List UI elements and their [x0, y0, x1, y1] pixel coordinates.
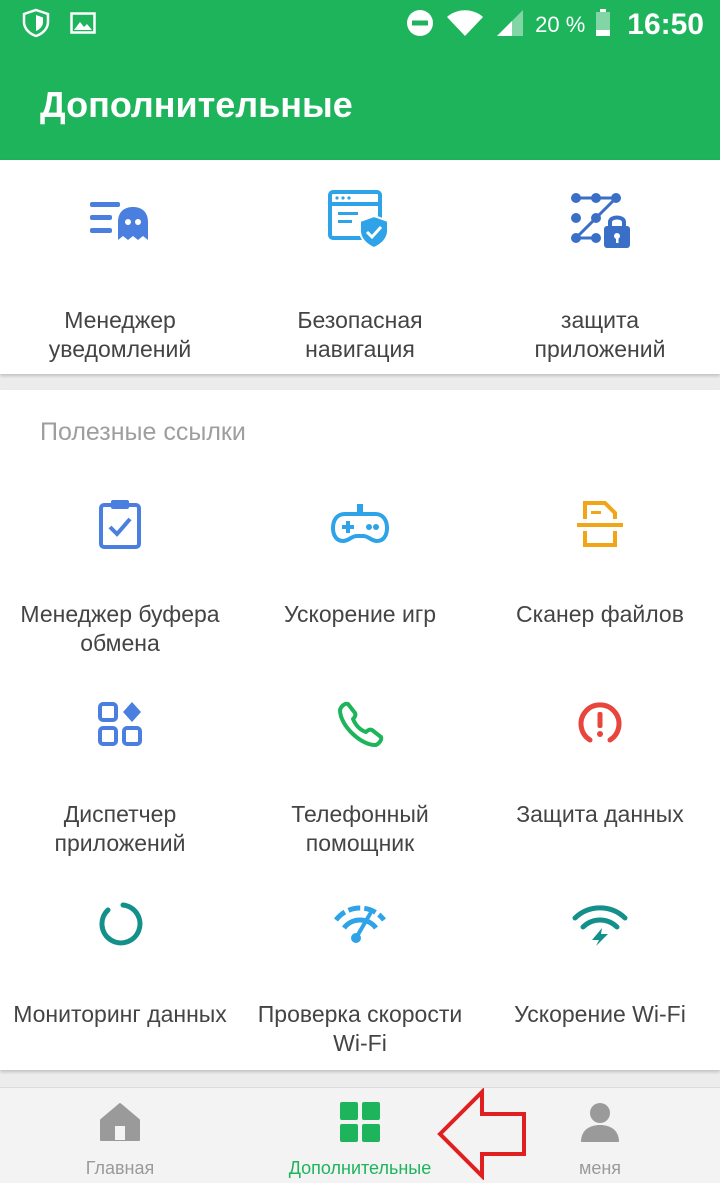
link-label-line1: Мониторинг данных	[13, 1001, 227, 1027]
data-protection-icon	[568, 692, 632, 756]
wifi-boost-icon	[568, 892, 632, 956]
link-label-line1: Ускорение игр	[283, 601, 437, 627]
tool-safe-browsing[interactable]: Безопасная навигация	[240, 188, 480, 374]
nav-label: меня	[578, 1158, 622, 1178]
phone-icon	[328, 692, 392, 756]
link-label-line1: Проверка скорости	[257, 1001, 463, 1027]
tool-label-line2: приложений	[534, 336, 666, 362]
nav-label: Главная	[85, 1158, 155, 1178]
link-phone-assistant[interactable]: Телефонный помощник	[240, 692, 480, 882]
tool-label-line1: Менеджер	[64, 307, 176, 333]
link-wifi-speed-test[interactable]: Проверка скорости Wi-Fi	[240, 892, 480, 1082]
link-label-line2: помощник	[305, 830, 415, 856]
shield-status-icon	[22, 8, 50, 43]
link-data-protection[interactable]: Защита данных	[480, 692, 720, 882]
app-lock-icon	[568, 188, 632, 252]
page-title: Дополнительные	[40, 84, 353, 125]
do-not-disturb-icon	[405, 8, 435, 43]
speedometer-icon	[328, 892, 392, 956]
link-label-line2: обмена	[80, 630, 160, 656]
wifi-status-icon	[445, 8, 485, 43]
tool-app-lock[interactable]: защита приложений	[480, 188, 720, 374]
image-notification-icon	[70, 11, 96, 39]
section-title: Полезные ссылки	[40, 418, 246, 446]
link-wifi-boost[interactable]: Ускорение Wi-Fi	[480, 892, 720, 1082]
safe-browsing-icon	[328, 188, 392, 252]
link-label-line1: Телефонный	[291, 801, 429, 827]
annotation-arrow-icon	[436, 1087, 528, 1181]
person-icon	[579, 1100, 621, 1144]
signal-icon	[495, 9, 525, 42]
nav-home[interactable]: Главная	[0, 1088, 240, 1183]
status-bar: 20 % 16:50	[0, 0, 720, 50]
link-label-line2: приложений	[54, 830, 186, 856]
tool-label-line2: уведомлений	[48, 336, 192, 362]
link-label-line2: Wi-Fi	[333, 1030, 387, 1056]
gamepad-icon	[328, 492, 392, 556]
bottom-navigation: Главная Дополнительные меня	[0, 1087, 720, 1183]
link-file-scanner[interactable]: Сканер файлов	[480, 492, 720, 682]
tool-label-line2: навигация	[305, 336, 415, 362]
clipboard-icon	[88, 492, 152, 556]
link-label-line1: Ускорение Wi-Fi	[514, 1001, 686, 1027]
top-tools-card: Менеджер уведомлений Безопасная навигаци…	[0, 160, 720, 374]
link-app-manager[interactable]: Диспетчер приложений	[0, 692, 240, 882]
tool-notification-manager[interactable]: Менеджер уведомлений	[0, 188, 240, 374]
app-manager-icon	[88, 692, 152, 756]
link-label-line1: Защита данных	[516, 801, 684, 827]
data-monitor-icon	[88, 892, 152, 956]
link-game-boost[interactable]: Ускорение игр	[240, 492, 480, 682]
grid-icon	[339, 1100, 381, 1144]
tool-label-line1: защита	[560, 307, 640, 333]
battery-percent: 20 %	[535, 12, 586, 37]
useful-links-card: Полезные ссылки Менеджер буфера обмена У…	[0, 390, 720, 1070]
link-clipboard-manager[interactable]: Менеджер буфера обмена	[0, 492, 240, 682]
app-bar: Дополнительные	[0, 50, 720, 160]
link-label-line1: Менеджер буфера	[20, 601, 220, 627]
home-icon	[99, 1100, 141, 1144]
link-data-monitoring[interactable]: Мониторинг данных	[0, 892, 240, 1082]
link-label-line1: Диспетчер	[63, 801, 177, 827]
nav-label: Дополнительные	[288, 1158, 432, 1178]
clock: 16:50	[627, 8, 704, 41]
notification-manager-icon	[88, 188, 152, 252]
link-label-line1: Сканер файлов	[516, 601, 684, 627]
tool-label-line1: Безопасная	[297, 307, 423, 333]
file-scanner-icon	[568, 492, 632, 556]
battery-icon	[595, 8, 611, 42]
